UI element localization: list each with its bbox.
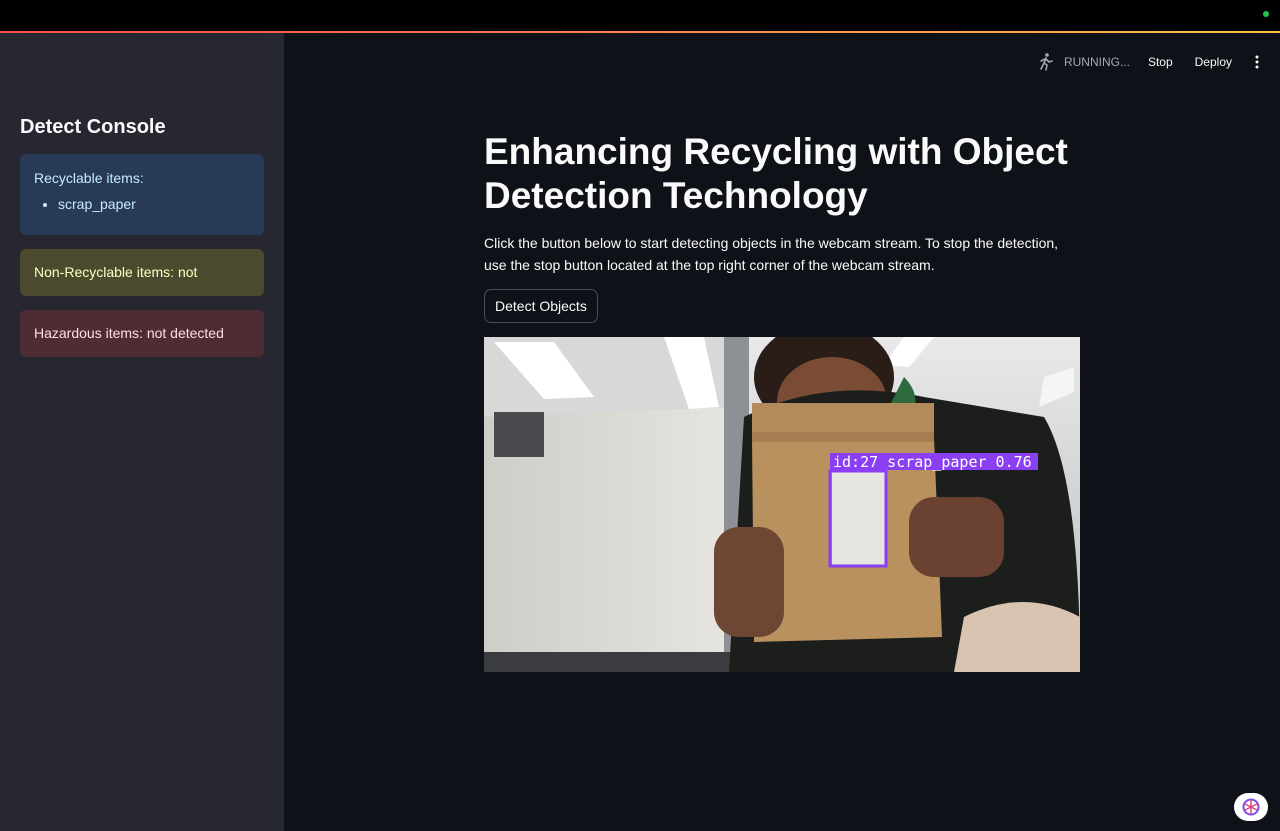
app-header-toolbar: RUNNING... Stop Deploy (1036, 52, 1260, 72)
hazardous-alert: Hazardous items: not detected (20, 310, 264, 357)
browser-top-bar (0, 0, 1280, 32)
sidebar-title: Detect Console (20, 116, 166, 138)
webcam-stream: id:27 scrap_paper 0.76 (484, 337, 1080, 672)
running-status: RUNNING... (1036, 52, 1130, 72)
recyclable-alert: Recyclable items: scrap_paper (20, 154, 264, 235)
webcam-frame-image: id:27 scrap_paper 0.76 (484, 337, 1080, 672)
sidebar: Detect Console Recyclable items: scrap_p… (0, 33, 284, 831)
assistant-floating-icon[interactable] (1234, 793, 1268, 821)
page-title: Enhancing Recycling with Object Detectio… (484, 131, 1068, 216)
detect-objects-button[interactable]: Detect Objects (484, 289, 598, 323)
detection-label: id:27 scrap_paper 0.76 (833, 453, 1032, 471)
list-item: scrap_paper (58, 194, 136, 214)
status-indicator-dot (1263, 11, 1269, 17)
running-status-text: RUNNING... (1063, 55, 1130, 69)
page-description: Click the button below to start detectin… (484, 235, 1059, 273)
deploy-button[interactable]: Deploy (1195, 55, 1232, 69)
stop-button[interactable]: Stop (1148, 55, 1173, 69)
running-man-icon (1040, 53, 1053, 71)
recyclable-list: scrap_paper (34, 194, 136, 214)
non-recyclable-alert: Non-Recyclable items: not detected (20, 249, 264, 327)
recyclable-heading: Recyclable items: (34, 170, 144, 186)
main-menu-icon[interactable] (1254, 55, 1260, 69)
